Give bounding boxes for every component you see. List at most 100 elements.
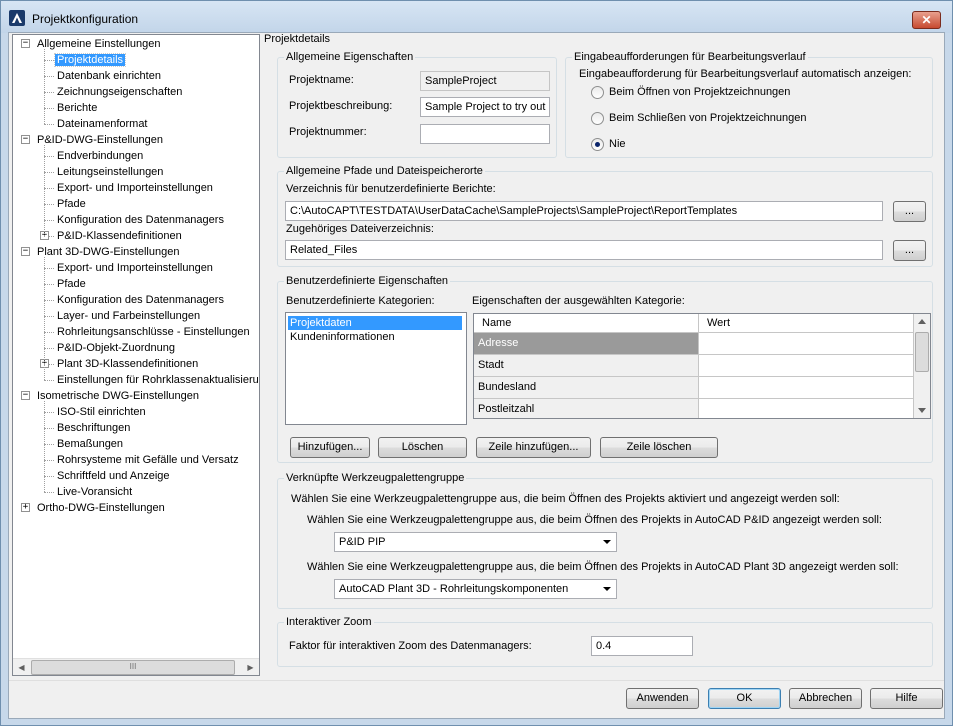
add-category-button[interactable]: Hinzufügen...: [290, 437, 370, 458]
collapse-icon[interactable]: −: [21, 39, 30, 48]
categories-listbox[interactable]: Projektdaten Kundeninformationen: [285, 312, 467, 425]
project-number-field[interactable]: [420, 124, 550, 144]
related-files-field[interactable]: Related_Files: [285, 240, 883, 260]
title-bar[interactable]: Projektkonfiguration ✕: [1, 1, 952, 33]
tree-item[interactable]: Pfade: [55, 276, 88, 292]
grid-vertical-scrollbar[interactable]: [913, 314, 930, 418]
properties-grid[interactable]: Name Wert Adresse Stadt Bundesland Postleitza…: [473, 313, 931, 419]
scroll-thumb[interactable]: III: [31, 660, 235, 675]
tree-item-label: Leitungseinstellungen: [57, 166, 164, 178]
cancel-button[interactable]: Abbrechen: [789, 688, 862, 709]
tree-item-label: Bemaßungen: [57, 438, 124, 450]
table-row-value[interactable]: [699, 333, 914, 355]
tree-connector: [44, 316, 54, 317]
scroll-right-icon[interactable]: ▶: [242, 659, 259, 676]
radio-button[interactable]: [591, 112, 604, 125]
delete-category-button[interactable]: Löschen: [378, 437, 467, 458]
tree-item[interactable]: Pfade: [55, 196, 88, 212]
table-row-name[interactable]: Stadt: [474, 355, 699, 377]
tree-item[interactable]: Konfiguration des Datenmanagers: [55, 292, 226, 308]
collapse-icon[interactable]: −: [21, 247, 30, 256]
browse-related-files-button[interactable]: ...: [893, 240, 926, 261]
ok-button[interactable]: OK: [708, 688, 781, 709]
tree-item[interactable]: Export- und Importeinstellungen: [55, 260, 215, 276]
column-header[interactable]: Wert: [699, 314, 914, 333]
tree-category[interactable]: Ortho-DWG-Einstellungen: [35, 500, 167, 516]
tree-horizontal-scrollbar[interactable]: ◀ III ▶: [13, 658, 259, 675]
add-row-button[interactable]: Zeile hinzufügen...: [476, 437, 591, 458]
scroll-left-icon[interactable]: ◀: [13, 659, 30, 676]
tree-item[interactable]: Endverbindungen: [55, 148, 145, 164]
tree-item[interactable]: Einstellungen für Rohrklassenaktualisier…: [55, 372, 259, 388]
group-title: Allgemeine Eigenschaften: [284, 51, 416, 63]
tree-connector: [44, 284, 54, 285]
radio-button[interactable]: [591, 138, 604, 151]
tree-item[interactable]: P&ID-Klassendefinitionen: [55, 228, 184, 244]
tree-item-label: Dateinamenformat: [57, 118, 148, 130]
project-description-field[interactable]: Sample Project to try out P: [420, 97, 550, 117]
collapse-icon[interactable]: −: [21, 391, 30, 400]
tree-connector: [44, 268, 54, 269]
tree-item-label: Allgemeine Einstellungen: [37, 38, 161, 50]
tree-category[interactable]: Plant 3D-DWG-Einstellungen: [35, 244, 181, 260]
column-header[interactable]: Name: [474, 314, 699, 333]
tree-item[interactable]: Rohrsysteme mit Gefälle und Versatz: [55, 452, 241, 468]
expand-icon[interactable]: +: [21, 503, 30, 512]
scroll-down-icon[interactable]: [918, 408, 926, 413]
scroll-up-icon[interactable]: [918, 319, 926, 324]
tree-item[interactable]: Schriftfeld und Anzeige: [55, 468, 172, 484]
tree-item[interactable]: Leitungseinstellungen: [55, 164, 165, 180]
list-item[interactable]: Projektdaten: [288, 316, 462, 330]
tree-category[interactable]: Allgemeine Einstellungen: [35, 36, 163, 52]
tree-item[interactable]: Live-Voransicht: [55, 484, 134, 500]
tree-connector: [44, 188, 54, 189]
pid-palette-dropdown[interactable]: P&ID PIP: [334, 532, 617, 552]
apply-button[interactable]: Anwenden: [626, 688, 699, 709]
table-row-value[interactable]: [699, 377, 914, 399]
table-row-name[interactable]: Bundesland: [474, 377, 699, 399]
table-row-name[interactable]: Postleitzahl: [474, 399, 699, 418]
tree-item-label: Rohrleitungsanschlüsse - Einstellungen: [57, 326, 250, 338]
tree-item[interactable]: Layer- und Farbeinstellungen: [55, 308, 202, 324]
list-item[interactable]: Kundeninformationen: [288, 330, 397, 344]
tree-item[interactable]: Plant 3D-Klassendefinitionen: [55, 356, 200, 372]
tree-item-label: P&ID-Objekt-Zuordnung: [57, 342, 175, 354]
plant-palette-dropdown[interactable]: AutoCAD Plant 3D - Rohrleitungskomponent…: [334, 579, 617, 599]
settings-tree[interactable]: Allgemeine Einstellungen − Projektdetails D…: [12, 34, 260, 676]
radio-label[interactable]: Beim Schließen von Projektzeichnungen: [609, 112, 807, 124]
table-row-value[interactable]: [699, 355, 914, 377]
tree-item-label: Endverbindungen: [57, 150, 144, 162]
tree-item[interactable]: Bemaßungen: [55, 436, 125, 452]
tree-item-label: Plant 3D-Klassendefinitionen: [57, 358, 199, 370]
project-name-field[interactable]: SampleProject: [420, 71, 550, 91]
tree-item-label: P&ID-Klassendefinitionen: [57, 230, 182, 242]
tree-item[interactable]: Export- und Importeinstellungen: [55, 180, 215, 196]
grid-scroll-thumb[interactable]: [915, 332, 929, 372]
tree-item[interactable]: Datenbank einrichten: [55, 68, 163, 84]
tree-item[interactable]: P&ID-Objekt-Zuordnung: [55, 340, 177, 356]
tree-category[interactable]: Isometrische DWG-Einstellungen: [35, 388, 201, 404]
tree-item[interactable]: Konfiguration des Datenmanagers: [55, 212, 226, 228]
delete-row-button[interactable]: Zeile löschen: [600, 437, 718, 458]
close-button[interactable]: ✕: [912, 11, 941, 29]
tree-item[interactable]: ISO-Stil einrichten: [55, 404, 148, 420]
browse-reports-button[interactable]: ...: [893, 201, 926, 222]
reports-directory-field[interactable]: C:\AutoCAPT\TESTDATA\UserDataCache\Sampl…: [285, 201, 883, 221]
tree-item[interactable]: Dateinamenformat: [55, 116, 150, 132]
tree-category[interactable]: P&ID-DWG-Einstellungen: [35, 132, 165, 148]
tree-item[interactable]: Beschriftungen: [55, 420, 132, 436]
table-row-name[interactable]: Adresse: [474, 333, 699, 355]
tree-item[interactable]: Rohrleitungsanschlüsse - Einstellungen: [55, 324, 252, 340]
tree-item-label: Konfiguration des Datenmanagers: [57, 214, 224, 226]
tree-item[interactable]: Zeichnungseigenschaften: [55, 84, 184, 100]
radio-label[interactable]: Beim Öffnen von Projektzeichnungen: [609, 86, 790, 98]
table-row-value[interactable]: [699, 399, 914, 418]
help-button[interactable]: Hilfe: [870, 688, 943, 709]
radio-button[interactable]: [591, 86, 604, 99]
tree-connector: [44, 492, 54, 493]
collapse-icon[interactable]: −: [21, 135, 30, 144]
tree-item[interactable]: Projektdetails: [53, 52, 127, 68]
radio-label[interactable]: Nie: [609, 138, 626, 150]
zoom-factor-field[interactable]: 0.4: [591, 636, 693, 656]
tree-item[interactable]: Berichte: [55, 100, 99, 116]
